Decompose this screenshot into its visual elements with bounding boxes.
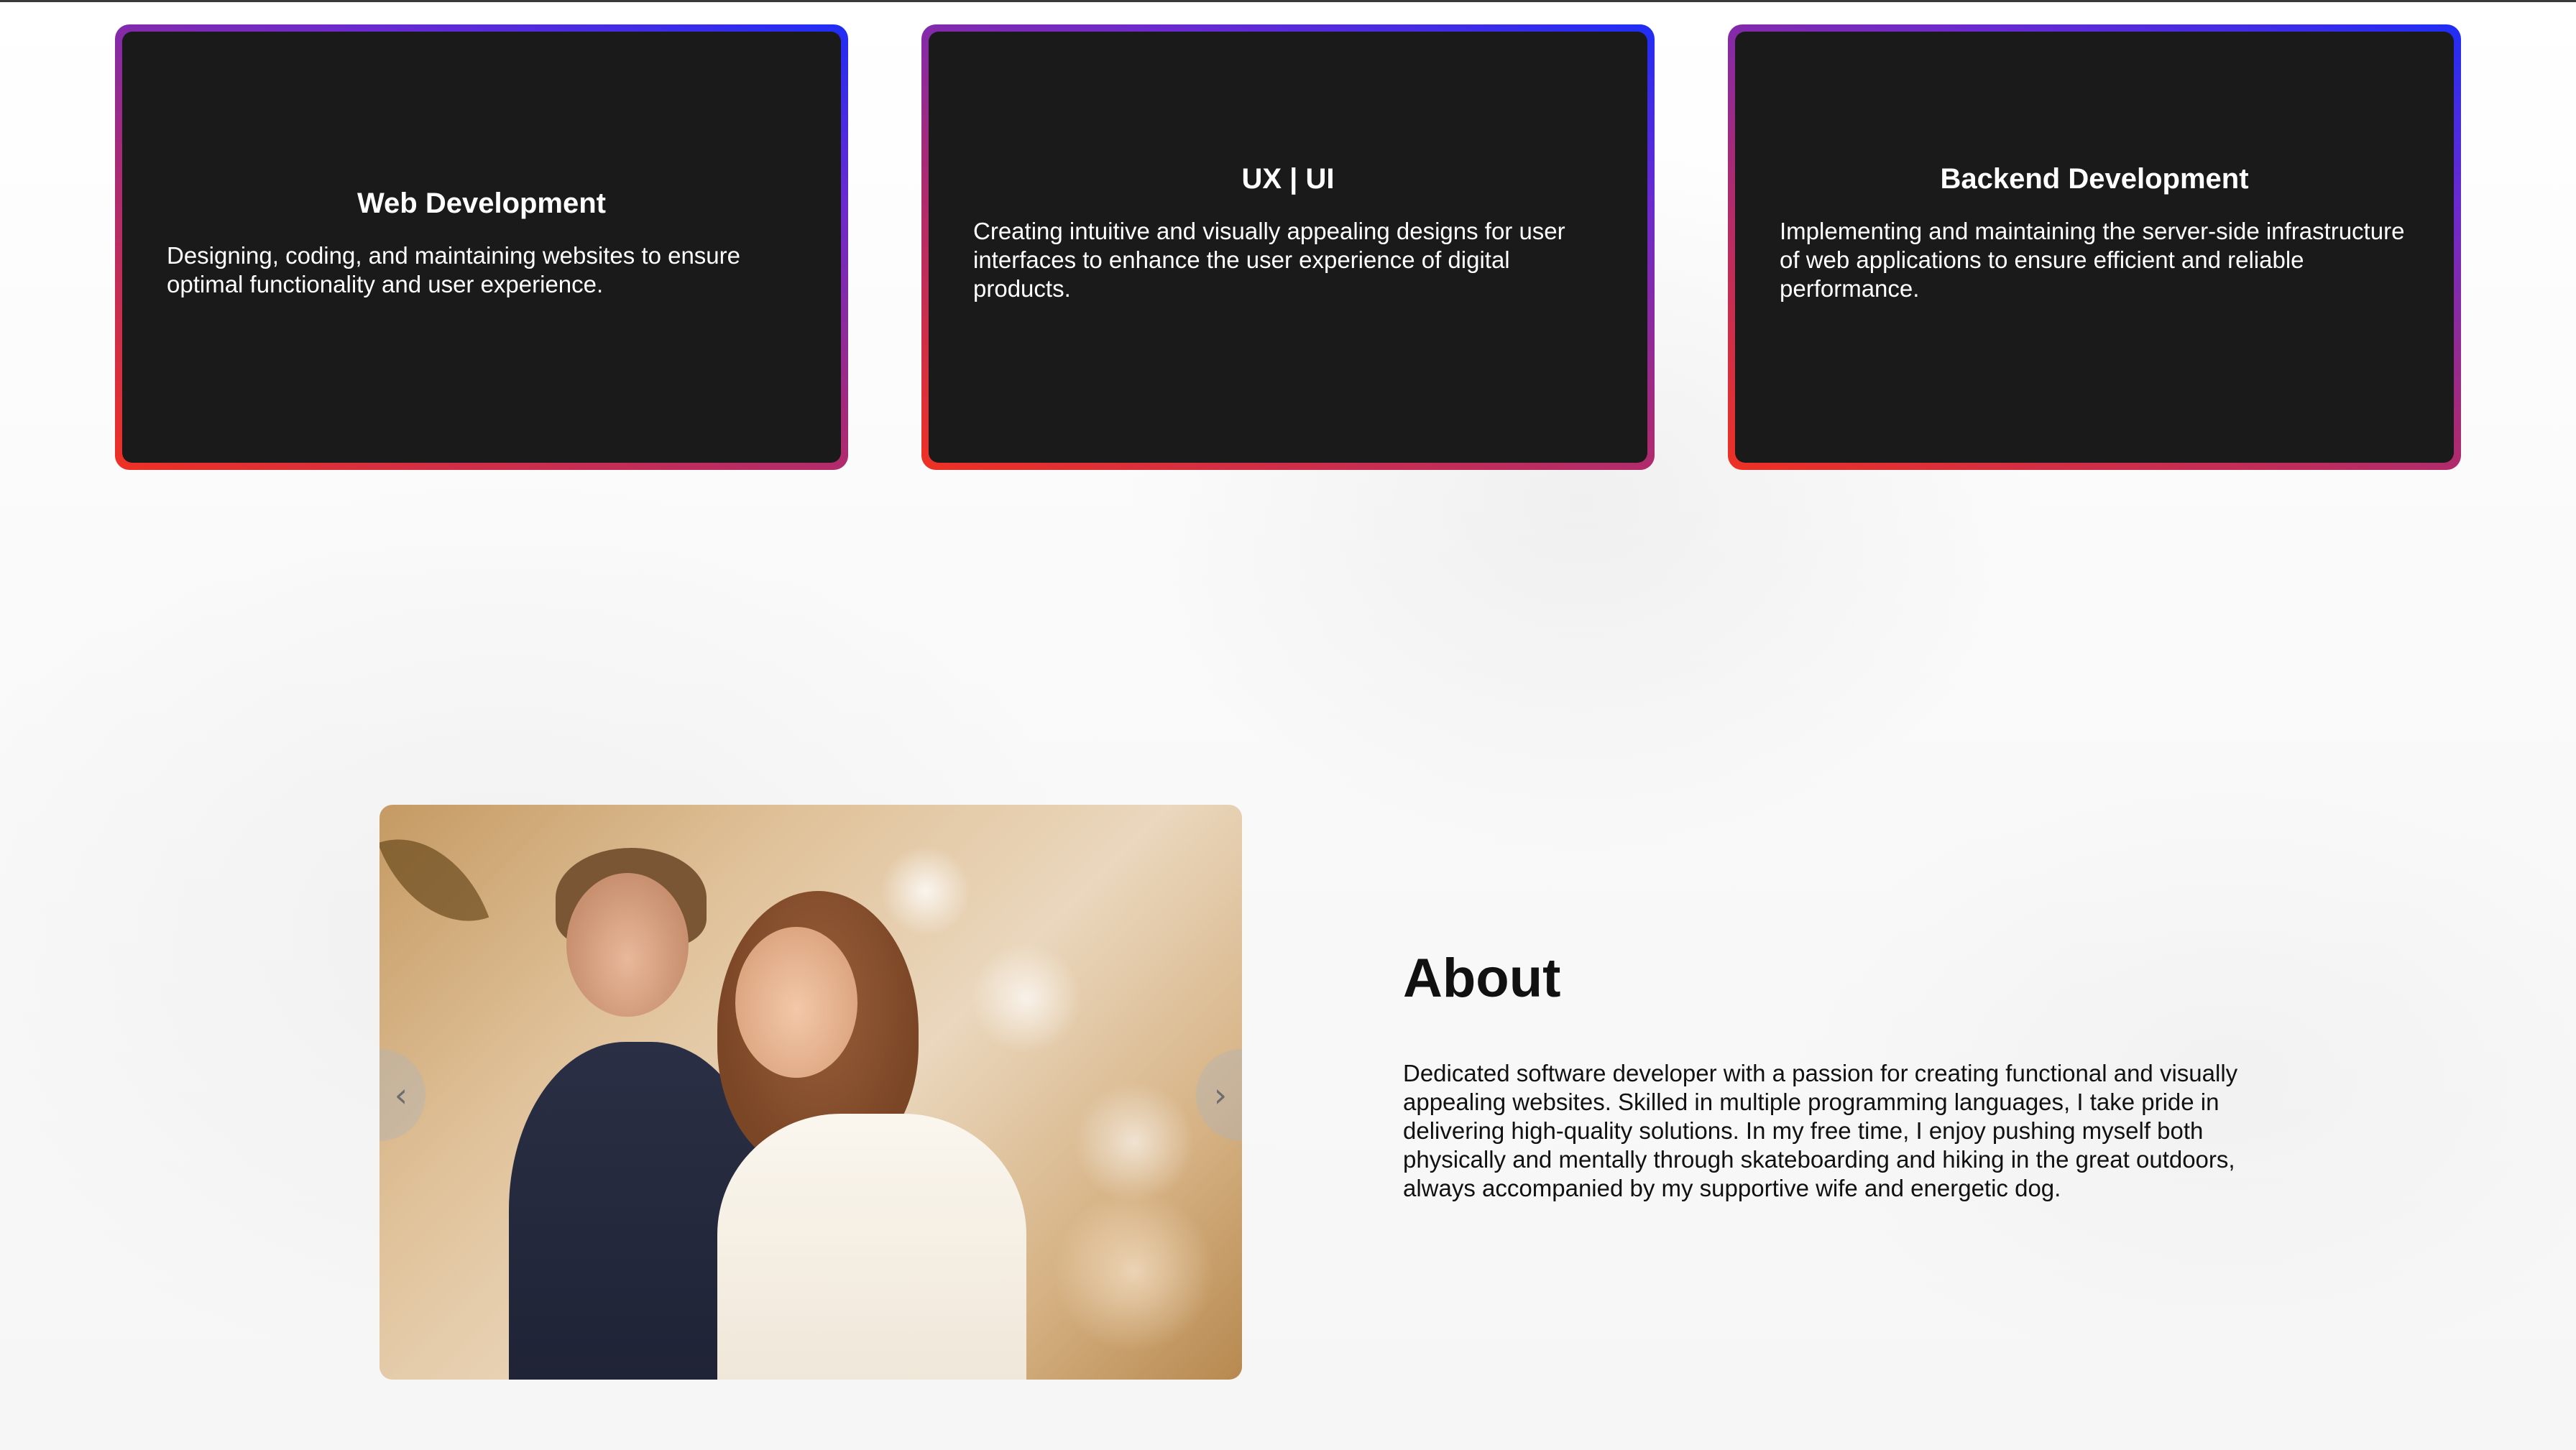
service-card-description: Implementing and maintaining the server-… — [1780, 217, 2405, 302]
about-heading: About — [1403, 948, 1561, 1009]
service-card-ux-ui: UX | UI Creating intuitive and visually … — [921, 24, 1655, 470]
service-card-title: Backend Development — [1940, 162, 2249, 195]
chevron-left-icon: ‹ — [394, 1076, 408, 1114]
groom-head — [566, 873, 689, 1017]
about-description: Dedicated software developer with a pass… — [1403, 1060, 2238, 1201]
service-card-description: Creating intuitive and visually appealin… — [973, 217, 1565, 302]
couple-photo — [380, 805, 1242, 1380]
bride-face — [735, 927, 857, 1078]
background-leaf — [380, 816, 489, 945]
service-card-body: UX | UI Creating intuitive and visually … — [929, 32, 1647, 463]
service-card-title: Web Development — [357, 187, 606, 219]
service-card-title: UX | UI — [1241, 162, 1335, 195]
about-photo-carousel: ‹ › — [380, 805, 1242, 1380]
service-card-body: Backend Development Implementing and mai… — [1735, 32, 2454, 463]
chevron-right-icon: › — [1213, 1076, 1228, 1114]
bride-dress — [717, 1114, 1026, 1380]
service-card-backend-development: Backend Development Implementing and mai… — [1728, 24, 2461, 470]
top-divider — [0, 0, 2576, 2]
service-card-description: Designing, coding, and maintaining websi… — [167, 241, 740, 297]
service-card-web-development: Web Development Designing, coding, and m… — [115, 24, 848, 470]
service-card-body: Web Development Designing, coding, and m… — [122, 32, 841, 463]
